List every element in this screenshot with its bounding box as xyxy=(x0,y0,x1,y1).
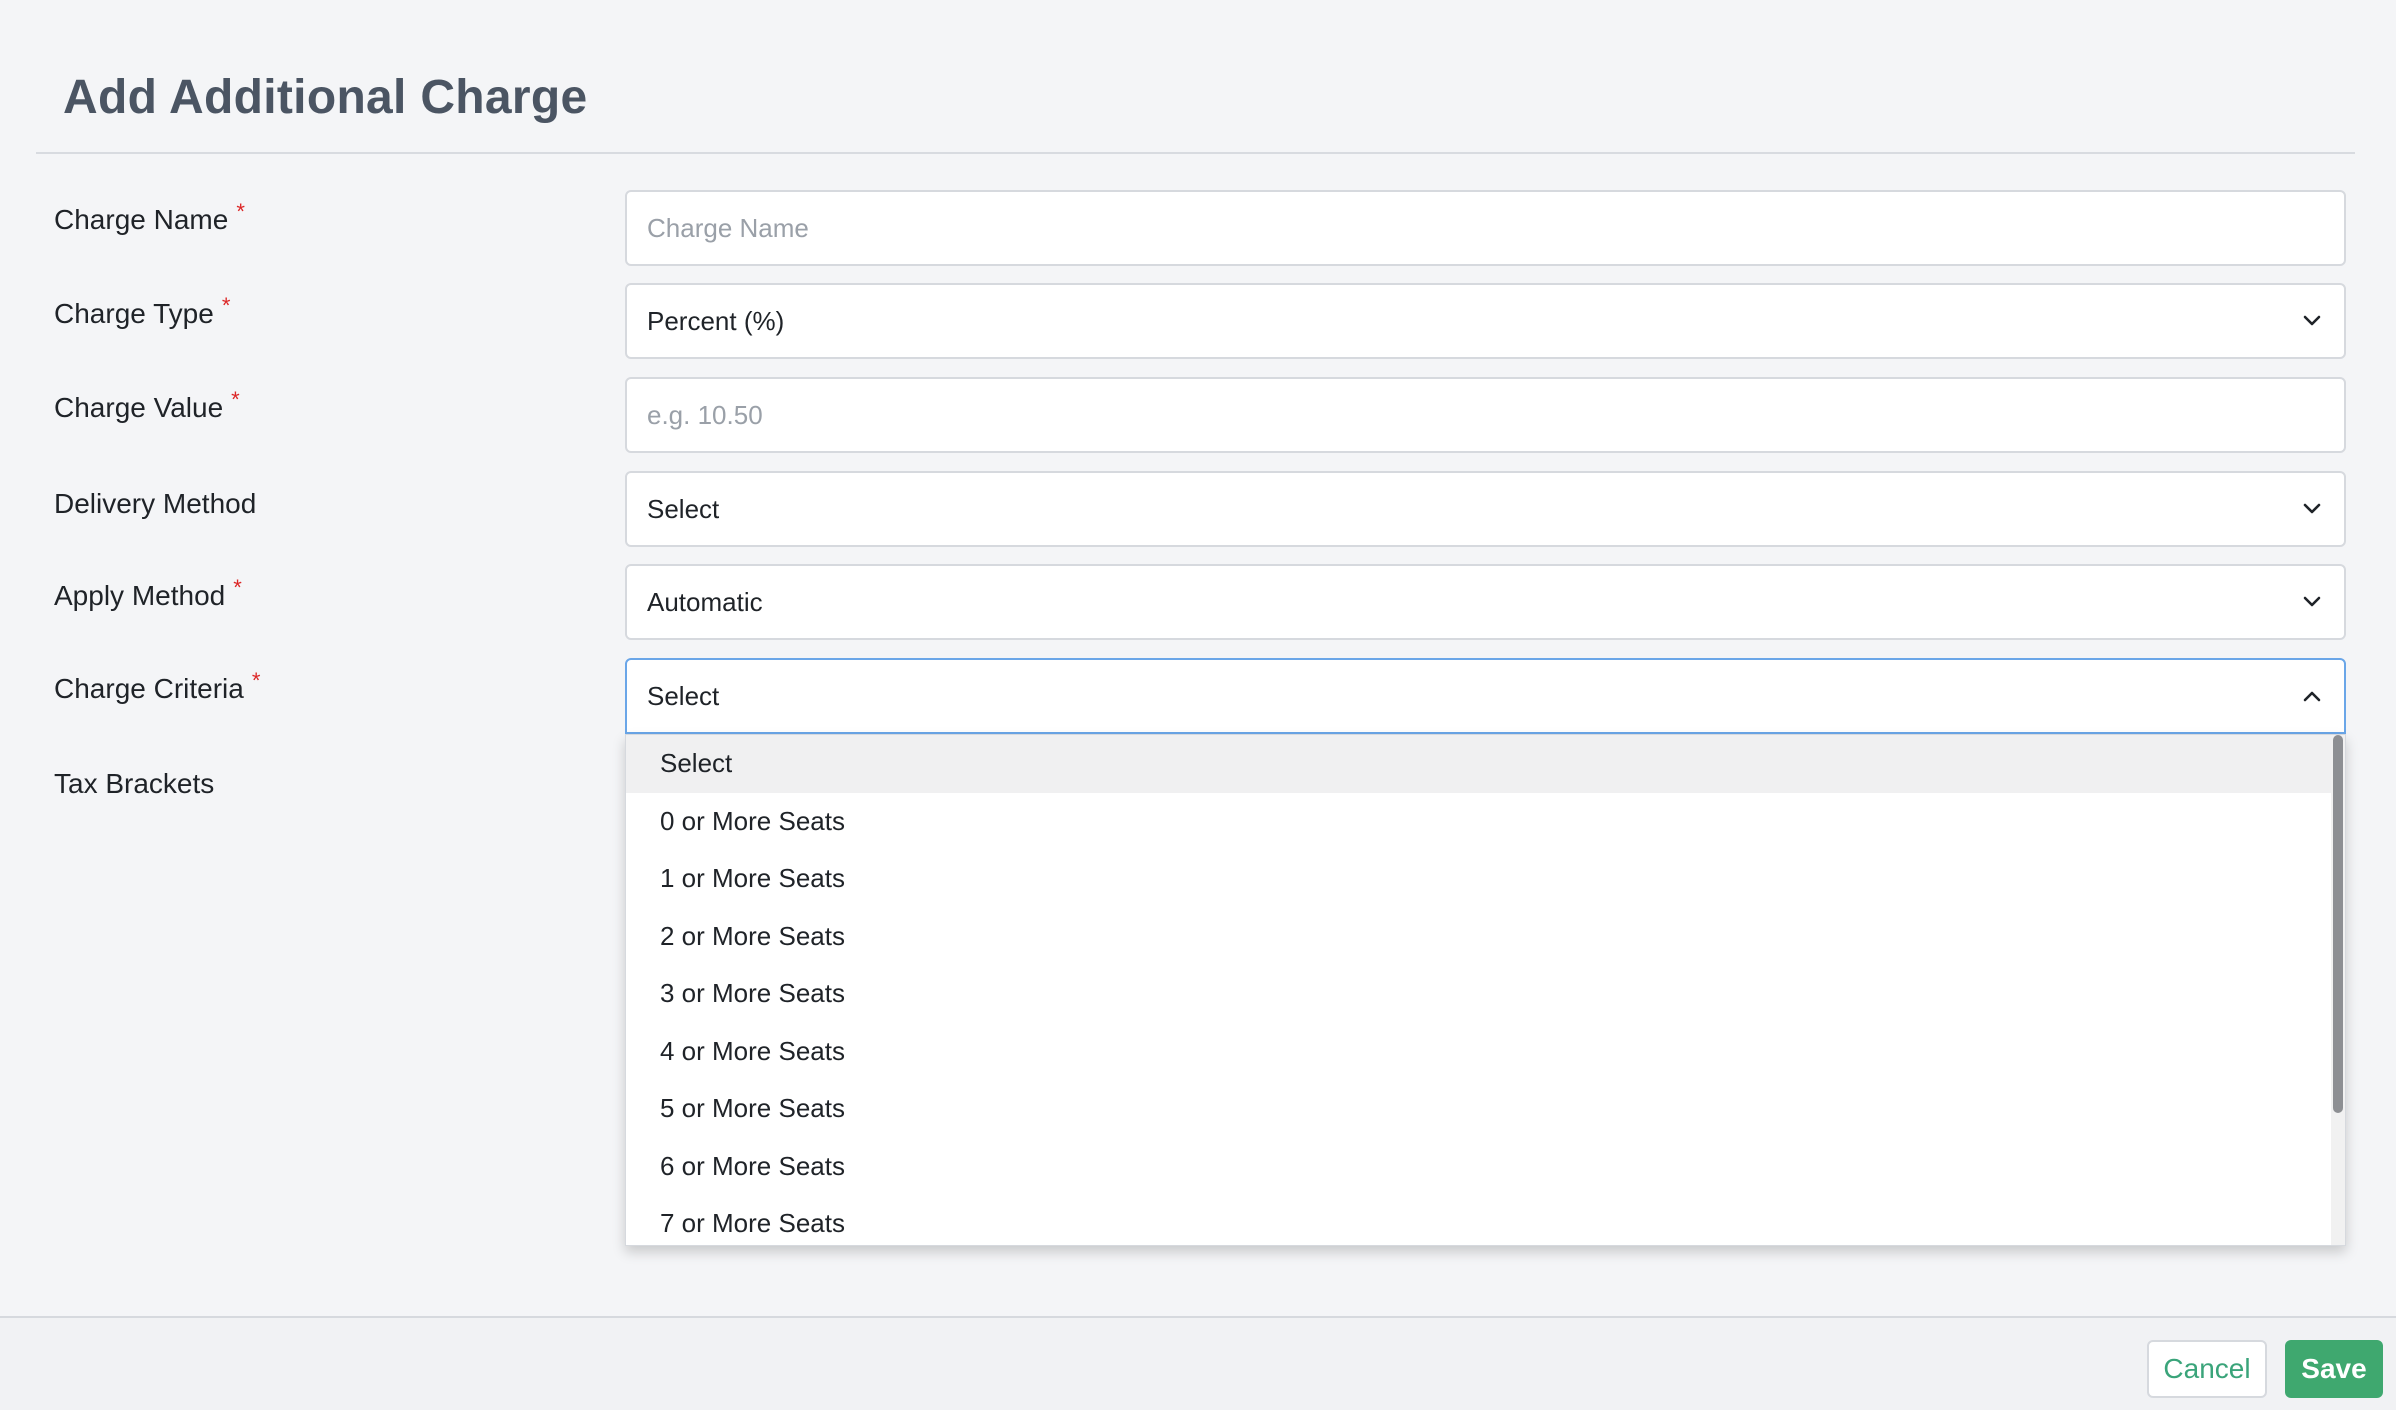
chevron-down-icon xyxy=(2298,307,2326,335)
dropdown-option[interactable]: Select xyxy=(626,735,2345,793)
charge-name-label: Charge Name * xyxy=(54,199,245,236)
save-button[interactable]: Save xyxy=(2285,1340,2383,1398)
charge-criteria-label-text: Charge Criteria xyxy=(54,673,244,704)
apply-method-label: Apply Method * xyxy=(54,575,242,612)
required-marker: * xyxy=(233,575,242,600)
dropdown-option[interactable]: 0 or More Seats xyxy=(626,793,2345,851)
charge-name-input[interactable]: Charge Name xyxy=(625,190,2346,266)
charge-type-value: Percent (%) xyxy=(647,305,785,336)
charge-value-label-text: Charge Value xyxy=(54,392,224,423)
delivery-method-select[interactable]: Select xyxy=(625,471,2346,547)
tax-brackets-label-text: Tax Brackets xyxy=(54,768,215,799)
charge-type-label-text: Charge Type xyxy=(54,298,214,329)
dropdown-option[interactable]: 7 or More Seats xyxy=(626,1195,2345,1245)
chevron-down-icon xyxy=(2298,495,2326,523)
charge-criteria-options: Select 0 or More Seats 1 or More Seats 2… xyxy=(625,734,2346,1246)
dropdown-option[interactable]: 2 or More Seats xyxy=(626,908,2345,966)
required-marker: * xyxy=(251,668,261,693)
page-title: Add Additional Charge xyxy=(63,71,588,124)
charge-name-label-text: Charge Name xyxy=(54,204,229,235)
chevron-up-icon xyxy=(2298,682,2326,710)
charge-value-placeholder: e.g. 10.50 xyxy=(647,399,763,430)
charge-criteria-label: Charge Criteria * xyxy=(54,668,260,705)
dropdown-option[interactable]: 4 or More Seats xyxy=(626,1023,2345,1081)
required-marker: * xyxy=(221,293,231,318)
apply-method-value: Automatic xyxy=(647,586,763,617)
charge-value-label: Charge Value * xyxy=(54,387,240,424)
delivery-method-value: Select xyxy=(647,493,720,524)
dropdown-option[interactable]: 1 or More Seats xyxy=(626,850,2345,908)
charge-type-label: Charge Type * xyxy=(54,293,230,330)
dropdown-option[interactable]: 6 or More Seats xyxy=(626,1138,2345,1196)
dropdown-scrollbar-track[interactable] xyxy=(2331,735,2345,1245)
dropdown-option[interactable]: 5 or More Seats xyxy=(626,1080,2345,1138)
charge-criteria-select[interactable]: Select xyxy=(625,658,2346,734)
dropdown-scrollbar-thumb[interactable] xyxy=(2333,735,2343,1113)
required-marker: * xyxy=(231,387,240,412)
dialog-footer xyxy=(0,1316,2396,1410)
add-charge-dialog: Add Additional Charge Charge Name * Charg… xyxy=(0,0,2396,1410)
dropdown-option[interactable]: 3 or More Seats xyxy=(626,965,2345,1023)
charge-type-select[interactable]: Percent (%) xyxy=(625,283,2346,359)
charge-value-input[interactable]: e.g. 10.50 xyxy=(625,377,2346,453)
title-divider xyxy=(36,152,2355,154)
apply-method-label-text: Apply Method xyxy=(54,580,226,611)
delivery-method-label-text: Delivery Method xyxy=(54,488,257,519)
required-marker: * xyxy=(236,199,245,224)
charge-criteria-value: Select xyxy=(647,680,720,711)
charge-name-placeholder: Charge Name xyxy=(647,212,809,243)
tax-brackets-label: Tax Brackets xyxy=(54,768,214,800)
chevron-down-icon xyxy=(2298,588,2326,616)
delivery-method-label: Delivery Method xyxy=(54,488,256,520)
cancel-button[interactable]: Cancel xyxy=(2147,1340,2267,1398)
apply-method-select[interactable]: Automatic xyxy=(625,564,2346,640)
